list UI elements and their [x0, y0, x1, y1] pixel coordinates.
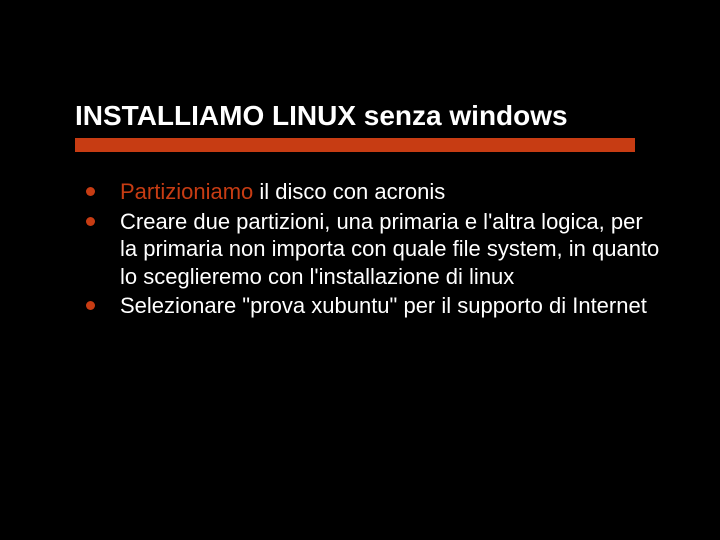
bullet-item: Selezionare "prova xubuntu" per il suppo…	[86, 292, 660, 320]
title-underline-bar	[75, 138, 635, 152]
bullet-highlight: Partizioniamo	[120, 179, 253, 204]
bullet-text: Selezionare "prova xubuntu" per il suppo…	[120, 293, 647, 318]
content-area: Partizioniamo il disco con acronis Crear…	[0, 152, 720, 320]
bullet-item: Partizioniamo il disco con acronis	[86, 178, 660, 206]
bullet-list: Partizioniamo il disco con acronis Crear…	[86, 178, 660, 320]
bullet-text: Creare due partizioni, una primaria e l'…	[120, 209, 659, 289]
bullet-item: Creare due partizioni, una primaria e l'…	[86, 208, 660, 291]
bullet-text: il disco con acronis	[253, 179, 445, 204]
title-area: INSTALLIAMO LINUX senza windows	[0, 0, 720, 152]
slide-title: INSTALLIAMO LINUX senza windows	[75, 100, 690, 132]
slide: INSTALLIAMO LINUX senza windows Partizio…	[0, 0, 720, 540]
